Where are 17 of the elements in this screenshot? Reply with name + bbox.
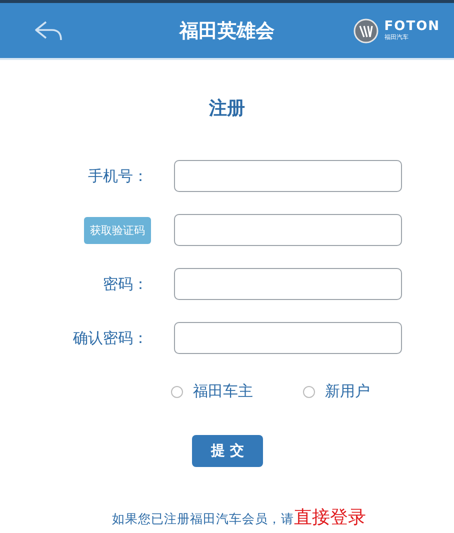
submit-button[interactable]: 提 交 <box>192 435 263 467</box>
input-field[interactable] <box>174 160 402 192</box>
radio-option[interactable]: 新用户 <box>303 382 370 401</box>
back-icon[interactable] <box>34 20 64 42</box>
field-label: 确认密码： <box>73 328 148 348</box>
login-link[interactable]: 直接登录 <box>294 507 366 528</box>
radio-option[interactable]: 福田车主 <box>171 382 253 401</box>
form-title: 注册 <box>208 97 246 120</box>
logo-wordmark: FOTON <box>384 20 440 34</box>
field-label: 手机号： <box>88 166 148 186</box>
app-title: 福田英雄会 <box>180 18 274 44</box>
input-field[interactable] <box>174 214 402 246</box>
emblem-icon <box>353 18 380 44</box>
footer-text: 如果您已注册福田汽车会员，请 <box>112 511 294 526</box>
input-field[interactable] <box>174 268 402 300</box>
field-label: 密码： <box>103 274 148 294</box>
input-field[interactable] <box>174 322 402 354</box>
